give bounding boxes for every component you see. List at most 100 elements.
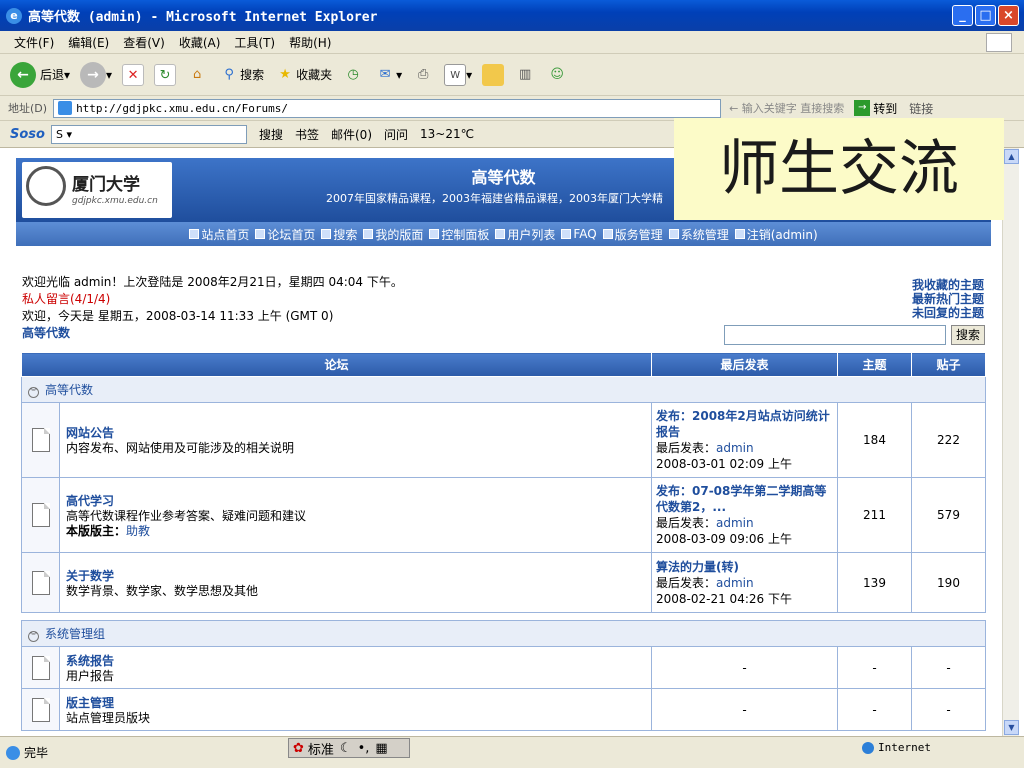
forward-icon: → <box>80 61 107 88</box>
scroll-up-icon[interactable]: ▲ <box>1004 149 1019 164</box>
nav-user-list[interactable]: 用户列表 <box>495 226 555 243</box>
group-header[interactable]: ︾ 高等代数 <box>21 376 986 403</box>
nav-icon <box>255 229 266 239</box>
last-post-title-link[interactable]: 发布：2008年2月站点访问统计报告 <box>656 408 833 440</box>
punct-icon[interactable]: •, <box>358 741 370 756</box>
unanswered-threads-link[interactable]: 未回复的主题 <box>912 306 984 320</box>
menu-edit[interactable]: 编辑(E) <box>68 34 109 51</box>
nav-icon <box>429 229 440 239</box>
ime-toolbar[interactable]: ✿ 标准 ☾ •, ▦ <box>288 738 410 758</box>
status-text: 完毕 <box>24 746 49 760</box>
quick-links: 我收藏的主题 最新热门主题 未回复的主题 <box>912 278 984 320</box>
locked-forum-icon <box>31 697 50 722</box>
mail-button[interactable]: ✉ ▾ <box>374 64 402 86</box>
search-icon: ⚲ <box>224 66 234 82</box>
nav-faq[interactable]: FAQ <box>561 227 597 241</box>
nav-system-admin[interactable]: 系统管理 <box>668 226 729 243</box>
forum-name-link[interactable]: 关于数学 <box>66 567 645 584</box>
nav-forum-home[interactable]: 论坛首页 <box>255 226 315 243</box>
nav-logout[interactable]: 注销(admin) <box>734 226 818 243</box>
scroll-down-icon[interactable]: ▼ <box>1004 720 1019 735</box>
minimize-button[interactable]: _ <box>952 5 973 26</box>
forward-button[interactable]: → ▾ <box>80 61 112 88</box>
forum-name-link[interactable]: 网站公告 <box>66 424 645 441</box>
research-button[interactable]: ▥ <box>514 64 536 86</box>
print-button[interactable]: ⎙ <box>412 64 434 86</box>
folder-button[interactable] <box>482 63 505 86</box>
welcome-block: 欢迎光临 admin！上次登陆是 2008年2月21日，星期四 04:04 下午… <box>22 274 403 342</box>
forum-name-link[interactable]: 系统报告 <box>66 652 645 669</box>
page-viewport: 厦门大学 gdjpkc.xmu.edu.cn 高等代数 2007年国家精品课程，… <box>0 148 1024 736</box>
soso-weather[interactable]: 13~21℃ <box>420 127 474 141</box>
last-post-title-link[interactable]: 发布：07-08学年第二学期高等代数第2，... <box>656 483 833 515</box>
links-button[interactable]: 链接 <box>909 100 933 117</box>
moon-icon[interactable]: ☾ <box>340 741 352 756</box>
last-poster-link[interactable]: admin <box>716 516 754 530</box>
messenger-icon: ☺ <box>550 66 564 82</box>
hot-threads-link[interactable]: 最新热门主题 <box>912 292 984 306</box>
forum-search-button[interactable]: 搜索 <box>951 325 985 345</box>
collapse-icon[interactable]: ︾ <box>28 387 39 398</box>
soso-logo[interactable]: Soso <box>10 127 45 142</box>
nav-my-forums[interactable]: 我的版面 <box>363 226 423 243</box>
col-topics: 主题 <box>837 352 912 377</box>
stop-button[interactable]: ✕ <box>122 63 145 86</box>
soso-search-input[interactable]: S ▾ <box>50 124 247 144</box>
last-login-text: 欢迎光临 admin！上次登陆是 2008年2月21日，星期四 04:04 下午… <box>22 275 403 289</box>
soso-bookmark-button[interactable]: 书签 <box>295 126 319 143</box>
topics-count: 184 <box>837 402 912 478</box>
nav-control-panel[interactable]: 控制面板 <box>429 226 489 243</box>
go-button[interactable]: → 转到 <box>854 100 897 117</box>
nav-moderation[interactable]: 版务管理 <box>602 226 663 243</box>
soso-wenwen-button[interactable]: 问问 <box>384 126 408 143</box>
forum-search-input[interactable] <box>724 325 946 345</box>
moderator-link[interactable]: 助教 <box>126 524 150 538</box>
favorites-button[interactable]: ★ 收藏夹 <box>274 64 332 86</box>
forum-doc-icon <box>31 503 50 527</box>
back-icon: ← <box>10 61 36 88</box>
back-button[interactable]: ← 后退 ▾ <box>10 61 70 88</box>
page-done-icon <box>6 745 20 760</box>
search-button[interactable]: ⚲ 搜索 <box>218 64 264 86</box>
keyboard-icon[interactable]: ▦ <box>375 741 387 756</box>
vertical-scrollbar[interactable]: ▲ ▼ <box>1002 148 1019 736</box>
nav-search[interactable]: 搜索 <box>321 226 357 243</box>
forum-name-link[interactable]: 版主管理 <box>66 694 645 711</box>
forum-description: 站点管理员版块 <box>66 710 151 725</box>
edit-button[interactable]: W ▾ <box>444 63 472 86</box>
history-button[interactable]: ◷ <box>342 64 364 86</box>
soso-mail-button[interactable]: 邮件(0) <box>331 126 372 143</box>
collapse-icon[interactable]: ︾ <box>28 631 39 642</box>
ie-window: e 高等代数 (admin) - Microsoft Internet Expl… <box>0 0 1024 768</box>
menu-help[interactable]: 帮助(H) <box>289 34 331 51</box>
private-messages-link[interactable]: 私人留言(4/1/4) <box>22 291 403 308</box>
last-post-title-link[interactable]: 算法的力量(转) <box>656 559 833 575</box>
windows-logo-icon <box>986 33 1012 52</box>
nav-site-home[interactable]: 站点首页 <box>189 226 249 243</box>
menu-view[interactable]: 查看(V) <box>123 34 165 51</box>
nav-icon <box>602 229 613 239</box>
posts-count: 579 <box>911 477 986 553</box>
last-poster-link[interactable]: admin <box>716 576 754 590</box>
menu-tools[interactable]: 工具(T) <box>234 34 275 51</box>
breadcrumb[interactable]: 高等代数 <box>22 325 403 342</box>
help-icon <box>561 229 572 239</box>
messenger-button[interactable]: ☺ <box>546 64 568 86</box>
table-row: 高代学习 高等代数课程作业参考答案、疑难问题和建议 本版版主：助教 发布：07-… <box>21 477 986 553</box>
date-text: 欢迎，今天是 星期五，2008-03-14 11:33 上午 (GMT 0) <box>22 309 334 323</box>
menu-favorites[interactable]: 收藏(A) <box>179 34 221 51</box>
menu-file[interactable]: 文件(F) <box>14 34 54 51</box>
home-button[interactable]: ⌂ <box>186 64 208 86</box>
group-header[interactable]: ︾ 系统管理组 <box>21 620 986 647</box>
refresh-button[interactable]: ↻ <box>154 63 177 86</box>
forum-name-link[interactable]: 高代学习 <box>66 492 645 509</box>
topics-count: 211 <box>837 477 912 553</box>
soso-search-button[interactable]: 搜搜 <box>259 126 283 143</box>
address-input[interactable]: http://gdjpkc.xmu.edu.cn/Forums/ <box>53 98 722 118</box>
close-button[interactable]: × <box>998 5 1019 26</box>
last-poster-link[interactable]: admin <box>716 441 754 455</box>
maximize-button[interactable]: □ <box>975 5 996 26</box>
last-post-time: 2008-02-21 04:26 下午 <box>656 591 792 606</box>
my-favorite-threads-link[interactable]: 我收藏的主题 <box>912 278 984 292</box>
ime-mode[interactable]: 标准 <box>308 739 334 758</box>
